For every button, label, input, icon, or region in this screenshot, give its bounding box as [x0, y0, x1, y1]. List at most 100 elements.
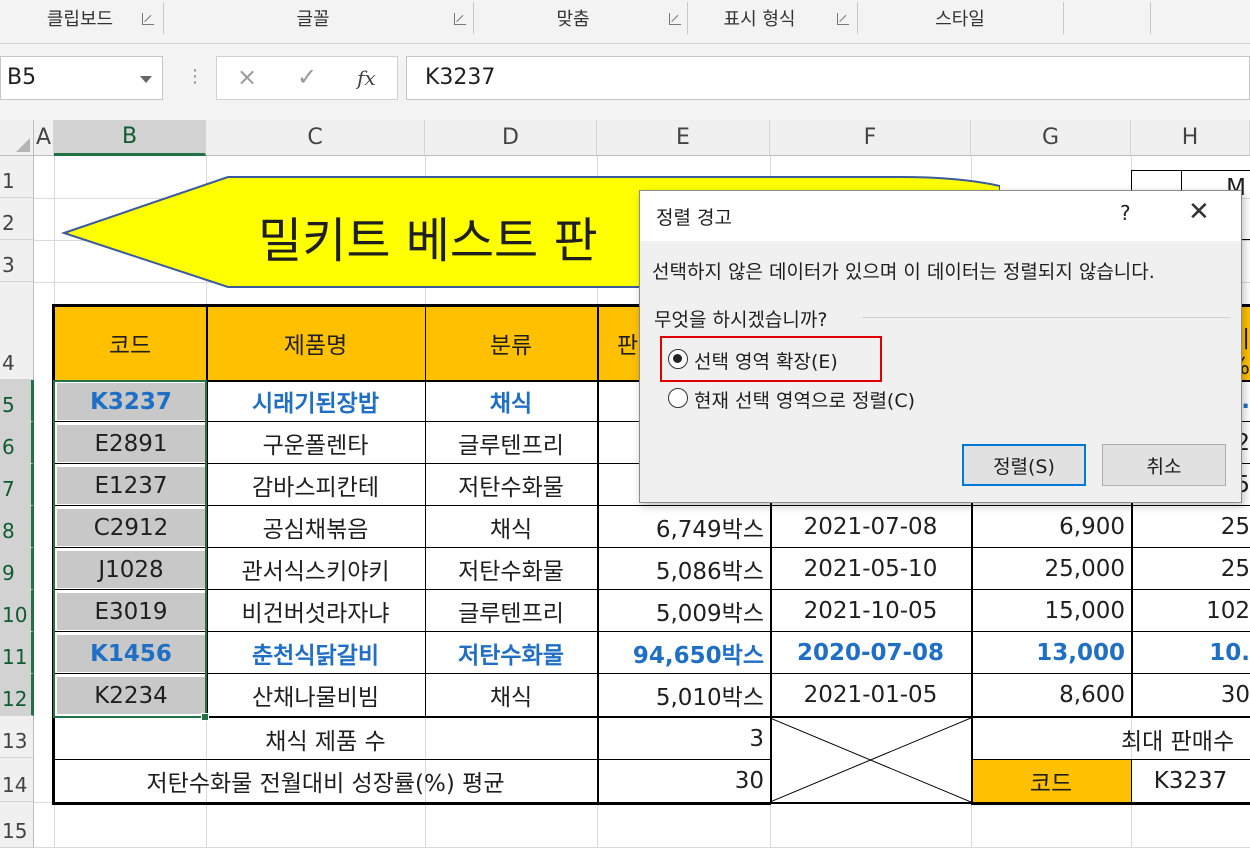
cell-date[interactable]: 2021-07-08	[770, 506, 971, 548]
cell-cat[interactable]: 글루텐프리	[425, 590, 597, 632]
cell-date[interactable]: 2020-07-08	[770, 632, 971, 674]
summary-growth-avg-value: 30	[734, 768, 764, 794]
cell-price[interactable]: 8,600	[971, 674, 1131, 716]
cell-sales[interactable]: 6,749박스	[597, 506, 770, 548]
summary-veg-count-value: 3	[749, 726, 764, 752]
dialog-title-bar: 정렬 경고 ? ✕	[640, 191, 1241, 241]
table-border	[1131, 760, 1132, 802]
sort-button[interactable]: 정렬(S)	[962, 444, 1086, 486]
cell-sales[interactable]: 94,650박스	[597, 632, 770, 674]
ribbon-divider	[1150, 2, 1151, 34]
cancel-icon[interactable]: ×	[237, 63, 257, 91]
formula-value: K3237	[425, 65, 496, 90]
cancel-button[interactable]: 취소	[1102, 444, 1226, 486]
banner-title: 밀키트 베스트 판	[258, 213, 598, 269]
cell-price[interactable]: 15,000	[971, 590, 1131, 632]
row-header-11[interactable]: 11	[0, 632, 34, 674]
clipboard-launcher-icon[interactable]	[142, 13, 154, 25]
table-border	[971, 759, 1250, 760]
row-header-7[interactable]: 7	[0, 464, 34, 506]
header-name: 제품명	[206, 306, 425, 380]
ribbon-group-styles: 스타일	[935, 9, 985, 30]
cell-date[interactable]: 2021-10-05	[770, 590, 971, 632]
cell-cat[interactable]: 저탄수화물	[425, 632, 597, 674]
dialog-message: 선택하지 않은 데이터가 있으며 이 데이터는 정렬되지 않습니다.	[652, 261, 1155, 283]
font-launcher-icon[interactable]	[454, 13, 466, 25]
row-header-8[interactable]: 8	[0, 506, 34, 548]
table-border-bottom	[770, 802, 971, 804]
cell-name[interactable]: 공심채볶음	[206, 506, 425, 548]
name-box[interactable]: B5	[0, 56, 163, 100]
table-border	[52, 716, 1250, 718]
column-header-h[interactable]: H	[1131, 120, 1250, 156]
cell-cat[interactable]: 글루텐프리	[425, 422, 597, 464]
cell-price[interactable]: 25,000	[971, 548, 1131, 590]
max-code-value: K3237	[1153, 768, 1228, 794]
radio-current-icon[interactable]	[668, 388, 688, 408]
table-border	[425, 304, 426, 718]
cell-cat[interactable]: 저탄수화물	[425, 548, 597, 590]
radio-current-label[interactable]: 현재 선택 영역으로 정렬(C)	[694, 386, 915, 413]
row-header-14[interactable]: 14	[0, 758, 34, 802]
dialog-title: 정렬 경고	[656, 207, 732, 229]
row-header-12[interactable]: 12	[0, 674, 34, 716]
row-header-15[interactable]: 15	[0, 802, 34, 848]
cell-cat[interactable]: 저탄수화물	[425, 464, 597, 506]
cell-cat[interactable]: 채식	[425, 506, 597, 548]
cell-cat[interactable]: 채식	[425, 674, 597, 716]
cell-name[interactable]: 관서식스키야키	[206, 548, 425, 590]
cell-name[interactable]: 산채나물비빔	[206, 674, 425, 716]
cell-price[interactable]: 13,000	[971, 632, 1131, 674]
header-code: 코드	[54, 306, 206, 380]
enter-icon[interactable]: ✓	[297, 63, 317, 91]
dialog-question: 무엇을 하시겠습니까?	[654, 309, 828, 331]
number-launcher-icon[interactable]	[837, 13, 849, 25]
ribbon-group-alignment: 맞춤	[556, 9, 590, 30]
table-border	[597, 304, 599, 804]
crossed-empty-cell	[770, 718, 971, 802]
radio-expand-label[interactable]: 선택 영역 확장(E)	[694, 347, 838, 374]
ribbon-group-number: 표시 형식	[723, 9, 796, 30]
formula-bar-grip-icon: ⋮	[186, 66, 204, 87]
help-icon[interactable]: ?	[1120, 201, 1131, 225]
close-icon[interactable]: ✕	[1188, 197, 1210, 227]
cell-growth[interactable]: 25	[1131, 548, 1250, 590]
row-header-4[interactable]: 4	[0, 282, 34, 380]
cell-name[interactable]: 시래기된장밥	[206, 380, 425, 422]
row-header-9[interactable]: 9	[0, 548, 34, 590]
fill-handle[interactable]	[201, 713, 209, 721]
ribbon-group-clipboard: 클립보드	[46, 9, 114, 30]
row-header-13[interactable]: 13	[0, 716, 34, 758]
name-box-value: B5	[7, 65, 37, 90]
radio-expand-icon[interactable]	[668, 349, 688, 369]
max-code-label: 코드	[971, 760, 1131, 802]
row-header-10[interactable]: 10	[0, 590, 34, 632]
formula-input[interactable]: K3237	[406, 56, 1250, 100]
row-header-5[interactable]: 5	[0, 380, 34, 422]
ribbon-divider	[1063, 2, 1064, 34]
cell-date[interactable]: 2021-01-05	[770, 674, 971, 716]
cell-name[interactable]: 감바스피칸테	[206, 464, 425, 506]
insert-function-icon[interactable]: fx	[357, 66, 376, 90]
cell-sales[interactable]: 5,009박스	[597, 590, 770, 632]
cell-growth[interactable]: 30	[1131, 674, 1250, 716]
cell-price[interactable]: 6,900	[971, 506, 1131, 548]
chevron-down-icon[interactable]	[140, 76, 152, 83]
table-border	[52, 759, 597, 760]
cell-name[interactable]: 비건버섯라자냐	[206, 590, 425, 632]
alignment-launcher-icon[interactable]	[669, 13, 681, 25]
cell-date[interactable]: 2021-05-10	[770, 548, 971, 590]
cell-sales[interactable]: 5,010박스	[597, 674, 770, 716]
selection-range[interactable]	[53, 380, 207, 718]
formula-buttons: × ✓ fx	[216, 56, 398, 100]
row-header-6[interactable]: 6	[0, 422, 34, 464]
cell-name[interactable]: 춘천식닭갈비	[206, 632, 425, 674]
cell-sales[interactable]: 5,086박스	[597, 548, 770, 590]
max-sales-label: 최대 판매수	[1121, 729, 1235, 755]
cell-growth[interactable]: 25	[1131, 506, 1250, 548]
cell-name[interactable]: 구운폴렌타	[206, 422, 425, 464]
cell-cat[interactable]: 채식	[425, 380, 597, 422]
cell-growth[interactable]: 102	[1131, 590, 1250, 632]
cell-growth[interactable]: 10.	[1131, 632, 1250, 674]
summary-growth-avg-label: 저탄수화물 전월대비 성장률(%) 평균	[146, 771, 505, 797]
